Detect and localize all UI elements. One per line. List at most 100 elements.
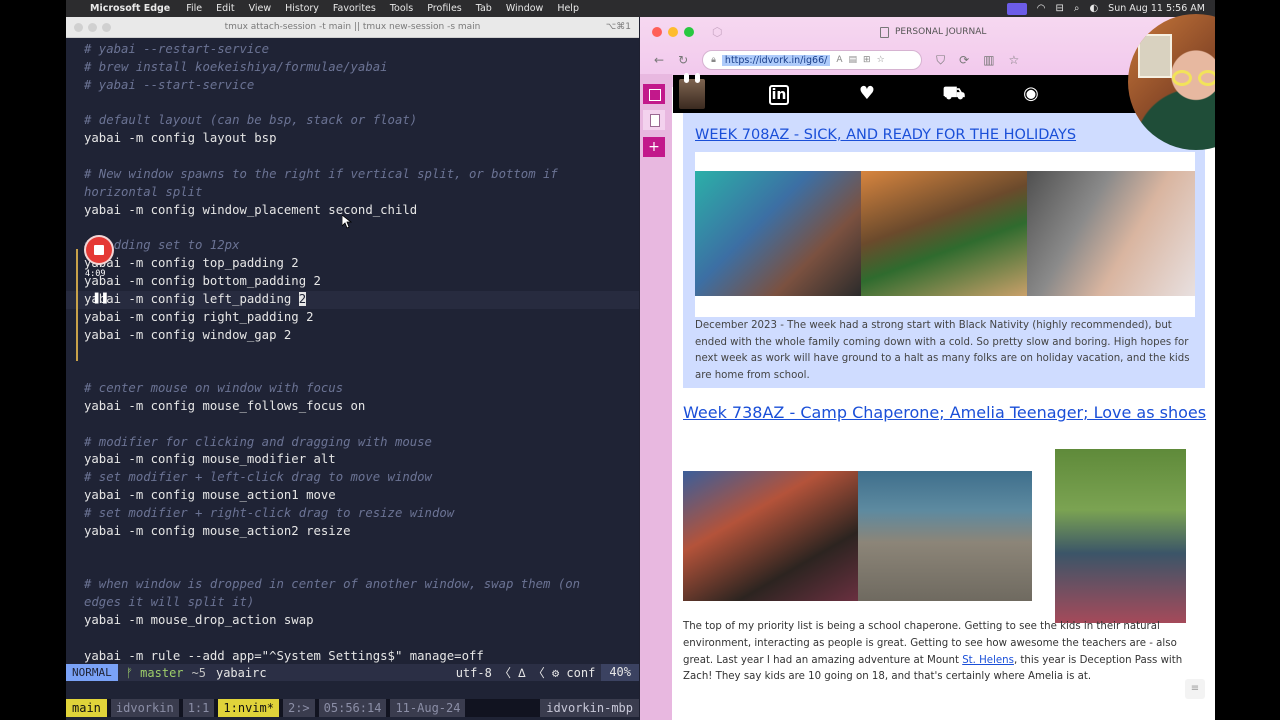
webcam-window-background <box>1138 34 1172 78</box>
code-line[interactable] <box>84 541 639 559</box>
code-line[interactable] <box>84 362 639 380</box>
code-line[interactable]: yabai -m config layout bsp <box>84 130 639 148</box>
code-comment-line[interactable]: # padding set to 12px <box>84 237 639 255</box>
code-line[interactable]: yabai -m config left_padding 2 <box>66 290 639 309</box>
code-comment-line[interactable]: # center mouse on window with focus <box>84 380 639 398</box>
code-comment-line[interactable]: # modifier for clicking and dragging wit… <box>84 434 639 452</box>
menu-tools[interactable]: Tools <box>390 3 413 14</box>
code-line[interactable] <box>84 416 639 434</box>
browser-window[interactable]: ⬡ PERSONAL JOURNAL ← ↻ 🔒︎ https://idvork… <box>640 17 1215 720</box>
minimize-icon[interactable] <box>668 27 678 37</box>
code-comment-line[interactable]: # yabai --restart-service <box>84 41 639 59</box>
code-line[interactable]: yabai -m config mouse_modifier alt <box>84 451 639 469</box>
tab-personal-journal[interactable]: PERSONAL JOURNAL <box>880 26 986 38</box>
close-icon[interactable] <box>652 27 662 37</box>
code-line[interactable] <box>84 558 639 576</box>
site-logo[interactable] <box>679 73 705 109</box>
read-aloud-icon[interactable]: A <box>836 55 842 65</box>
code-line[interactable]: yabai -m config window_placement second_… <box>84 202 639 220</box>
tmux-window-active[interactable]: 1:nvim* <box>218 699 279 717</box>
page-icon <box>880 26 889 38</box>
menu-icon[interactable]: ≡ <box>1185 679 1205 699</box>
tmux-status-bar: main idvorkin 1:1 1:nvim* 2:> 05:56:14 1… <box>66 699 639 717</box>
shield-icon[interactable]: ⛉ <box>936 53 945 68</box>
code-line[interactable]: yabai -m mouse_drop_action swap <box>84 612 639 630</box>
code-line[interactable]: yabai -m config mouse_action2 resize <box>84 523 639 541</box>
tmux-host: idvorkin-mbp <box>540 699 639 717</box>
code-comment-line[interactable]: # when window is dropped in center of an… <box>84 576 639 594</box>
terminal-titlebar[interactable]: tmux attach-session -t main || tmux new-… <box>66 17 639 38</box>
favorites-icon[interactable]: ☆ <box>1009 53 1020 67</box>
code-line[interactable]: yabai -m config mouse_action1 move <box>84 487 639 505</box>
code-line[interactable] <box>84 95 639 113</box>
vertical-tabs-sidebar: + <box>640 74 672 720</box>
screen-recording-icon[interactable] <box>1006 2 1027 15</box>
tmux-session[interactable]: main <box>66 699 107 717</box>
linkedin-icon[interactable]: in <box>769 85 789 105</box>
menu-edit[interactable]: Edit <box>216 3 234 14</box>
code-comment-line[interactable]: # New window spawns to the right if vert… <box>84 166 639 184</box>
code-comment-line[interactable]: edges it will split it) <box>84 594 639 612</box>
code-line[interactable]: yabai -m config mouse_follows_focus on <box>84 398 639 416</box>
github-icon[interactable]: ◉ <box>1018 83 1044 104</box>
code-line[interactable] <box>84 148 639 166</box>
sidebar-tab-page-icon[interactable] <box>643 110 665 130</box>
stop-recording-icon[interactable] <box>86 237 112 263</box>
editor-buffer[interactable]: # yabai --restart-service # brew install … <box>66 41 639 666</box>
featured-post-title[interactable]: WEEK 708AZ - SICK, AND READY FOR THE HOL… <box>695 127 1076 143</box>
code-comment-line[interactable]: # default layout (can be bsp, stack or f… <box>84 112 639 130</box>
code-line[interactable] <box>84 219 639 237</box>
url-text[interactable]: https://idvork.in/ig66/ <box>721 54 831 66</box>
code-comment-line[interactable]: horizontal split <box>84 184 639 202</box>
menu-clock[interactable]: Sun Aug 11 5:56 AM <box>1108 3 1205 14</box>
code-line[interactable] <box>84 344 639 362</box>
menu-view[interactable]: View <box>249 3 272 14</box>
heart-icon[interactable]: ♥ <box>854 83 880 104</box>
new-tab-plus-icon[interactable]: + <box>643 137 665 157</box>
code-line[interactable]: yabai -m config window_gap 2 <box>84 327 639 345</box>
tmux-window-next[interactable]: 2:> <box>282 699 315 717</box>
mouse-cursor-icon <box>342 215 352 229</box>
split-screen-icon[interactable]: ▥ <box>983 53 994 67</box>
pause-recording-icon[interactable]: ❚❚ <box>92 291 109 304</box>
lock-icon[interactable]: 🔒︎ <box>711 55 716 65</box>
menu-window[interactable]: Window <box>506 3 543 14</box>
menu-history[interactable]: History <box>285 3 319 14</box>
code-line[interactable]: yabai -m config top_padding 2 <box>84 255 639 273</box>
zoom-icon[interactable] <box>684 27 694 37</box>
back-icon[interactable]: ← <box>654 53 664 67</box>
control-center-icon[interactable]: ⊟ <box>1055 3 1063 14</box>
code-comment-line[interactable]: # set modifier + left-click drag to move… <box>84 469 639 487</box>
terminal-window[interactable]: tmux attach-session -t main || tmux new-… <box>66 17 639 720</box>
reader-icon[interactable]: ▤ <box>849 55 858 65</box>
menu-profiles[interactable]: Profiles <box>427 3 462 14</box>
favorite-star-icon[interactable]: ☆ <box>877 55 885 65</box>
post-title[interactable]: Week 738AZ - Camp Chaperone; Amelia Teen… <box>683 403 1206 422</box>
menu-help[interactable]: Help <box>557 3 579 14</box>
code-line[interactable]: yabai -m config bottom_padding 2 <box>84 273 639 291</box>
toggle-icon[interactable]: ◐ <box>1089 3 1098 14</box>
refresh-icon[interactable]: ↻ <box>678 53 688 67</box>
wifi-icon[interactable]: ◠ <box>1037 3 1046 14</box>
menu-favorites[interactable]: Favorites <box>333 3 376 14</box>
code-comment-line[interactable]: # brew install koekeishiya/formulae/yaba… <box>84 59 639 77</box>
featured-post-photo <box>695 152 1195 317</box>
terminal-shortcut: ⌥⌘1 <box>605 22 631 32</box>
menu-tab[interactable]: Tab <box>476 3 492 14</box>
spotlight-icon[interactable]: ⌕ <box>1074 3 1080 14</box>
code-line[interactable]: yabai -m config right_padding 2 <box>84 309 639 327</box>
code-line[interactable] <box>84 630 639 648</box>
code-comment-line[interactable]: # set modifier + right-click drag to res… <box>84 505 639 523</box>
stroller-icon[interactable]: ⛟ <box>941 83 967 107</box>
tmux-user: idvorkin <box>110 699 179 717</box>
st-helens-link[interactable]: St. Helens <box>962 655 1014 666</box>
code-comment-line[interactable]: # yabai --start-service <box>84 77 639 95</box>
address-bar[interactable]: 🔒︎ https://idvork.in/ig66/ A ▤ ⊞ ☆ <box>702 50 923 70</box>
code-line[interactable]: yabai -m rule --add app="^System Setting… <box>84 648 639 666</box>
apps-icon[interactable]: ⊞ <box>863 55 871 65</box>
tab-actions-icon[interactable]: ⬡ <box>712 25 722 39</box>
sync-icon[interactable]: ⟳ <box>959 53 969 67</box>
tab-overview-icon[interactable] <box>643 84 665 104</box>
menu-file[interactable]: File <box>186 3 202 14</box>
menu-app-name[interactable]: Microsoft Edge <box>90 3 170 14</box>
